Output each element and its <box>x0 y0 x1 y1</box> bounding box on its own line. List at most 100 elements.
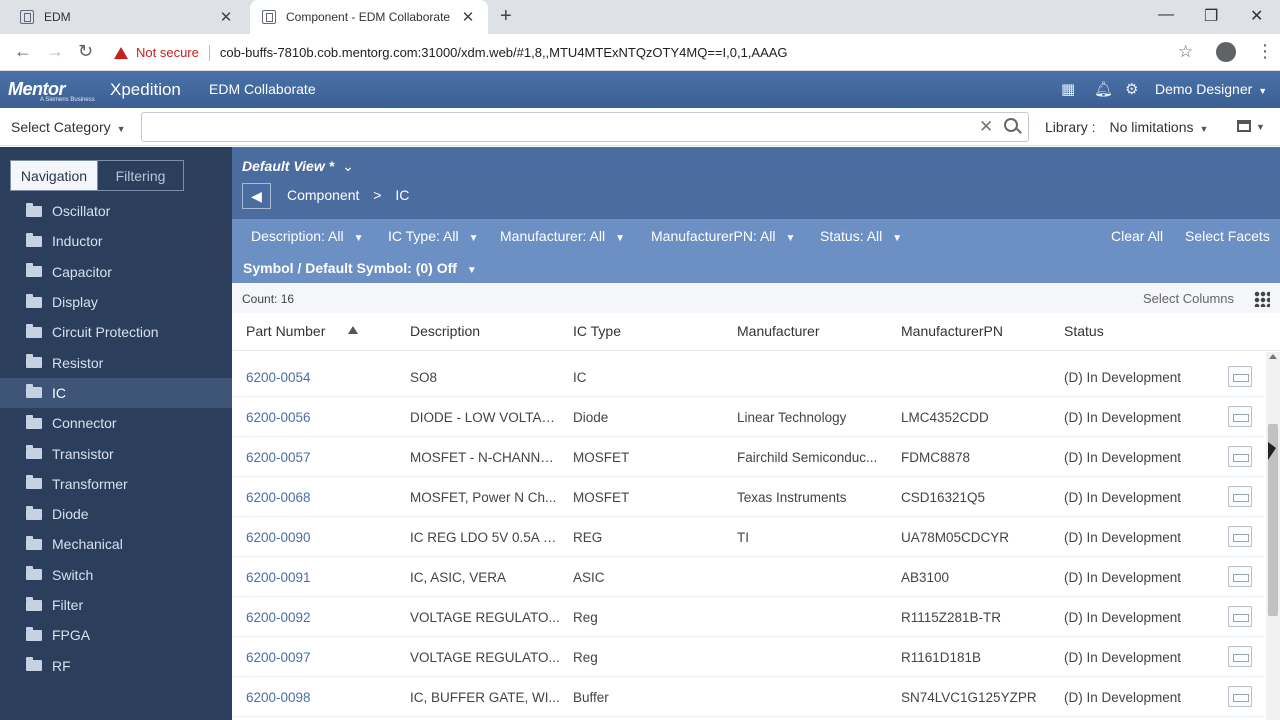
tab-navigation[interactable]: Navigation <box>11 161 97 190</box>
minimize-icon[interactable]: — <box>1158 6 1174 24</box>
apps-grid-icon[interactable]: ▦ <box>1061 80 1075 98</box>
bookmark-star-icon[interactable]: ☆ <box>1178 42 1193 62</box>
column-header-description[interactable]: Description <box>410 323 480 339</box>
folder-icon <box>26 232 42 247</box>
select-facets-button[interactable]: Select Facets <box>1185 228 1270 244</box>
part-number-link[interactable]: 6200-0068 <box>246 490 311 505</box>
part-number-link[interactable]: 6200-0097 <box>246 650 311 665</box>
sidebar-item-diode[interactable]: Diode <box>0 499 232 529</box>
table-row[interactable]: 6200-0090 IC REG LDO 5V 0.5A S... REG TI… <box>232 517 1264 557</box>
search-icon[interactable] <box>1004 118 1018 132</box>
table-row[interactable]: 6200-0092 VOLTAGE REGULATO... Reg R1115Z… <box>232 597 1264 637</box>
compare-icon[interactable] <box>1228 566 1252 587</box>
column-header-manufacturer[interactable]: Manufacturer <box>737 323 819 339</box>
part-number-link[interactable]: 6200-0056 <box>246 410 311 425</box>
sidebar-item-connector[interactable]: Connector <box>0 408 232 438</box>
compare-icon[interactable] <box>1228 526 1252 547</box>
column-header-status[interactable]: Status <box>1064 323 1104 339</box>
gear-icon[interactable]: ⚙ <box>1125 80 1138 98</box>
library-selector[interactable]: Library : No limitations ▼ <box>1045 119 1208 135</box>
category-dropdown[interactable]: Select Category ▼ <box>11 119 126 135</box>
not-secure-label[interactable]: Not secure <box>136 45 199 60</box>
compare-icon[interactable] <box>1228 686 1252 707</box>
column-header-ic-type[interactable]: IC Type <box>573 323 621 339</box>
compare-icon[interactable] <box>1228 486 1252 507</box>
facet-status[interactable]: Status: All ▼ <box>820 228 902 244</box>
sidebar-item-fpga[interactable]: FPGA <box>0 620 232 650</box>
part-number-link[interactable]: 6200-0091 <box>246 570 311 585</box>
sidebar-item-circuit-protection[interactable]: Circuit Protection <box>0 317 232 347</box>
part-number-link[interactable]: 6200-0054 <box>246 370 311 385</box>
column-header-part-number[interactable]: Part Number <box>246 323 325 339</box>
sidebar-item-capacitor[interactable]: Capacitor <box>0 257 232 287</box>
facet-ic-type[interactable]: IC Type: All ▼ <box>388 228 478 244</box>
table-row[interactable]: 6200-0057 MOSFET - N-CHANNE... MOSFET Fa… <box>232 437 1264 477</box>
facet-label: ManufacturerPN: All <box>651 228 776 244</box>
library-label: Library : <box>1045 119 1096 135</box>
clear-all-button[interactable]: Clear All <box>1111 228 1163 244</box>
table-row[interactable]: 6200-0068 MOSFET, Power N Ch... MOSFET T… <box>232 477 1264 517</box>
warning-icon[interactable] <box>114 46 128 59</box>
forward-arrow-icon[interactable]: → <box>46 41 64 62</box>
back-arrow-icon[interactable]: ← <box>14 41 32 62</box>
browser-menu-icon[interactable]: ⋮ <box>1256 41 1274 62</box>
table-row[interactable]: 6200-0054 SO8 IC (D) In Development <box>232 357 1264 397</box>
browser-tab-component[interactable]: Component - EDM Collaborate ✕ <box>250 0 488 34</box>
compare-icon[interactable] <box>1228 366 1252 387</box>
table-row[interactable]: 6200-0091 IC, ASIC, VERA ASIC AB3100 (D)… <box>232 557 1264 597</box>
compare-icon[interactable] <box>1228 446 1252 467</box>
clear-search-icon[interactable]: ✕ <box>979 117 993 137</box>
search-input[interactable] <box>141 112 1029 142</box>
browser-tab-edm[interactable]: EDM ✕ <box>8 0 246 34</box>
layout-icon[interactable] <box>1237 120 1251 132</box>
part-number-link[interactable]: 6200-0057 <box>246 450 311 465</box>
compare-icon[interactable] <box>1228 606 1252 627</box>
sidebar-item-filter[interactable]: Filter <box>0 590 232 620</box>
select-columns-button[interactable]: Select Columns <box>1143 291 1234 306</box>
tab-filtering[interactable]: Filtering <box>97 161 183 190</box>
bell-icon[interactable]: 🔔︎ <box>1094 80 1113 98</box>
sidebar-item-transformer[interactable]: Transformer <box>0 469 232 499</box>
url-text[interactable]: cob-buffs-7810b.cob.mentorg.com:31000/xd… <box>220 45 788 60</box>
chevron-down-icon[interactable]: ▼ <box>1256 122 1265 132</box>
sidebar-item-oscillator[interactable]: Oscillator <box>0 196 232 226</box>
profile-avatar-icon[interactable] <box>1216 42 1236 62</box>
new-tab-icon[interactable]: + <box>500 5 512 28</box>
sidebar-item-inductor[interactable]: Inductor <box>0 226 232 256</box>
part-number-link[interactable]: 6200-0092 <box>246 610 311 625</box>
breadcrumb-component[interactable]: Component <box>287 187 359 203</box>
grid-view-icon[interactable] <box>1254 291 1270 307</box>
facet-description[interactable]: Description: All ▼ <box>251 228 364 244</box>
close-tab-icon[interactable]: ✕ <box>460 8 476 26</box>
compare-icon[interactable] <box>1228 406 1252 427</box>
close-window-icon[interactable]: ✕ <box>1250 6 1263 26</box>
table-row[interactable]: 6200-0098 IC, BUFFER GATE, WI... Buffer … <box>232 677 1264 717</box>
scroll-up-icon[interactable] <box>1269 354 1277 359</box>
compare-icon[interactable] <box>1228 646 1252 667</box>
sidebar-item-switch[interactable]: Switch <box>0 560 232 590</box>
user-menu[interactable]: Demo Designer ▼ <box>1155 81 1267 97</box>
sidebar-item-display[interactable]: Display <box>0 287 232 317</box>
facet-manufacturer[interactable]: Manufacturer: All ▼ <box>500 228 625 244</box>
close-tab-icon[interactable]: ✕ <box>218 8 234 26</box>
table-row[interactable]: 6200-0097 VOLTAGE REGULATO... Reg R1161D… <box>232 637 1264 677</box>
part-number-link[interactable]: 6200-0098 <box>246 690 311 705</box>
url-field[interactable]: Not secure cob-buffs-7810b.cob.mentorg.c… <box>108 38 1208 67</box>
restore-icon[interactable]: ❐ <box>1204 6 1218 26</box>
reload-icon[interactable]: ↻ <box>78 41 93 62</box>
symbol-filter[interactable]: Symbol / Default Symbol: (0) Off ▼ <box>243 260 477 276</box>
table-scrollbar[interactable] <box>1266 352 1280 720</box>
column-header-manufacturer-pn[interactable]: ManufacturerPN <box>901 323 1003 339</box>
table-row[interactable]: 6200-0056 DIODE - LOW VOLTAG... Diode Li… <box>232 397 1264 437</box>
part-number-link[interactable]: 6200-0090 <box>246 530 311 545</box>
back-button[interactable]: ◀ <box>242 183 271 209</box>
sidebar-item-mechanical[interactable]: Mechanical <box>0 529 232 559</box>
cell-manufacturer-pn: UA78M05CDCYR <box>901 530 1010 545</box>
sidebar-item-resistor[interactable]: Resistor <box>0 347 232 377</box>
sort-ascending-icon[interactable] <box>348 326 358 334</box>
view-selector[interactable]: Default View * ⌄ <box>242 158 354 175</box>
sidebar-item-ic[interactable]: IC <box>0 377 232 409</box>
sidebar-item-transistor[interactable]: Transistor <box>0 438 232 468</box>
facet-manufacturer-pn[interactable]: ManufacturerPN: All ▼ <box>651 228 795 244</box>
sidebar-item-rf[interactable]: RF <box>0 650 232 680</box>
